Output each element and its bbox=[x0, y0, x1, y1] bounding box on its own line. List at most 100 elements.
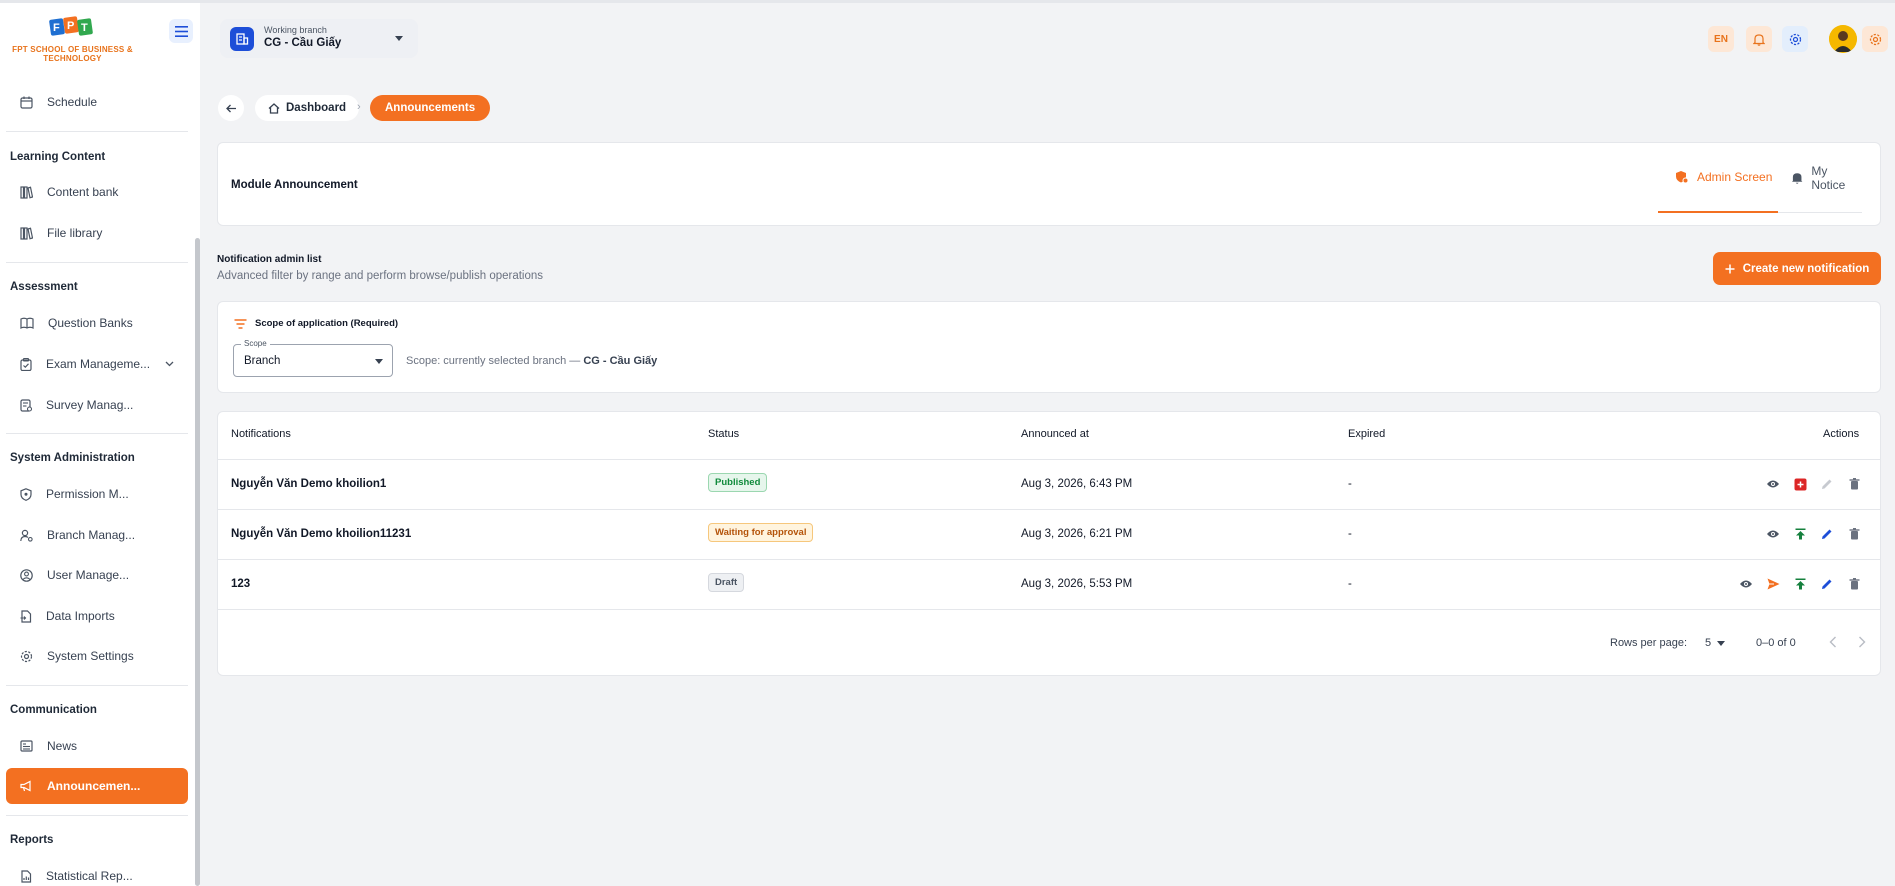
expired: - bbox=[1348, 478, 1352, 490]
delete-button[interactable] bbox=[1845, 475, 1863, 493]
sidebar-item-label: Announcemen... bbox=[47, 779, 141, 793]
table-row[interactable]: Nguyễn Văn Demo khoilion1 Published Aug … bbox=[218, 459, 1881, 509]
sidebar-toggle-button[interactable] bbox=[169, 19, 193, 43]
avatar[interactable] bbox=[1829, 25, 1857, 53]
column-header-status: Status bbox=[708, 428, 740, 440]
survey-icon bbox=[20, 398, 32, 412]
sidebar-item-permission-management[interactable]: Permission M... bbox=[6, 476, 188, 512]
sidebar-item-exam-management[interactable]: Exam Manageme... bbox=[6, 346, 188, 382]
scope-select[interactable]: Scope Branch bbox=[233, 339, 393, 377]
divider bbox=[6, 685, 188, 686]
rows-per-page-label: Rows per page: bbox=[1610, 637, 1688, 649]
notifications-button[interactable] bbox=[1746, 26, 1772, 52]
delete-button[interactable] bbox=[1845, 525, 1863, 543]
list-subtitle: Advanced filter by range and perform bro… bbox=[217, 270, 544, 282]
sidebar-item-schedule[interactable]: Schedule bbox=[6, 84, 188, 120]
branch-selector[interactable]: Working branch CG - Cầu Giấy bbox=[220, 19, 418, 58]
view-button[interactable] bbox=[1764, 475, 1782, 493]
view-button[interactable] bbox=[1764, 525, 1782, 543]
create-notification-button[interactable]: Create new notification bbox=[1713, 252, 1881, 285]
edit-button[interactable] bbox=[1818, 525, 1836, 543]
eye-icon bbox=[1767, 530, 1779, 538]
sidebar-item-survey-management[interactable]: Survey Manag... bbox=[6, 387, 188, 423]
scope-card: Scope of application (Required) Scope Br… bbox=[217, 301, 1881, 393]
expired: - bbox=[1348, 528, 1352, 540]
edit-button[interactable] bbox=[1818, 575, 1836, 593]
rows-per-page-select[interactable]: 5 bbox=[1705, 637, 1726, 649]
tab-label: My Notice bbox=[1811, 163, 1846, 192]
sidebar-item-content-bank[interactable]: Content bank bbox=[6, 174, 188, 210]
delete-button[interactable] bbox=[1845, 575, 1863, 593]
list-title: Notification admin list bbox=[217, 254, 322, 265]
back-button[interactable] bbox=[218, 95, 244, 121]
next-page-button[interactable] bbox=[1858, 636, 1866, 651]
sidebar-item-question-banks[interactable]: Question Banks bbox=[6, 305, 188, 341]
tab-my-notice[interactable]: My Notice bbox=[1778, 143, 1862, 213]
table-row[interactable]: Nguyễn Văn Demo khoilion11231 Waiting fo… bbox=[218, 509, 1881, 559]
status-badge: Published bbox=[708, 473, 768, 492]
announced-at: Aug 3, 2026, 6:43 PM bbox=[1021, 478, 1133, 490]
publish-button[interactable] bbox=[1791, 575, 1809, 593]
tab-admin-screen[interactable]: Admin Screen bbox=[1658, 143, 1778, 213]
breadcrumb-dashboard[interactable]: Dashboard bbox=[255, 95, 360, 121]
status-badge: Draft bbox=[708, 573, 745, 592]
sidebar: F P T FPT SCHOOL OF BUSINESS & TECHNOLOG… bbox=[0, 3, 200, 886]
fpt-logo: F P T FPT SCHOOL OF BUSINESS & TECHNOLOG… bbox=[10, 15, 135, 65]
plus-icon bbox=[1725, 264, 1735, 273]
report-icon bbox=[21, 869, 32, 883]
building-icon bbox=[236, 33, 249, 45]
status-badge: Waiting for approval bbox=[708, 523, 814, 542]
send-for-approval-button[interactable] bbox=[1764, 575, 1782, 593]
svg-text:F: F bbox=[53, 22, 60, 34]
table-row[interactable]: 123 Draft Aug 3, 2026, 5:53 PM - bbox=[218, 559, 1881, 609]
library-icon bbox=[20, 226, 33, 240]
table-divider bbox=[218, 609, 1881, 610]
view-button[interactable] bbox=[1737, 575, 1755, 593]
section-system-administration: System Administration bbox=[10, 452, 135, 464]
avatar-image bbox=[1829, 25, 1857, 53]
sidebar-scrollbar[interactable] bbox=[195, 238, 200, 886]
scope-header-label: Scope of application (Required) bbox=[255, 318, 399, 329]
clipboard-check-icon bbox=[20, 357, 32, 371]
language-button[interactable]: EN bbox=[1708, 26, 1734, 52]
trash-icon bbox=[1849, 478, 1859, 490]
unpublish-button[interactable] bbox=[1791, 475, 1809, 493]
section-reports: Reports bbox=[10, 834, 54, 846]
sidebar-item-statistical-reports[interactable]: Statistical Rep... bbox=[6, 858, 188, 886]
filter-icon bbox=[234, 318, 247, 329]
breadcrumb-separator: › bbox=[357, 101, 361, 113]
caret-down-icon bbox=[375, 359, 383, 364]
file-import-icon bbox=[20, 609, 32, 623]
publish-button[interactable] bbox=[1791, 525, 1809, 543]
expired: - bbox=[1348, 578, 1352, 590]
newspaper-icon bbox=[20, 740, 33, 752]
user-circle-icon bbox=[20, 568, 33, 582]
sidebar-item-label: Survey Manag... bbox=[46, 398, 134, 412]
sidebar-item-branch-management[interactable]: Branch Manag... bbox=[6, 517, 188, 553]
tab-label: Admin Screen bbox=[1697, 170, 1773, 184]
building-icon-box bbox=[230, 27, 254, 51]
edit-button-disabled[interactable] bbox=[1818, 475, 1836, 493]
notification-name: Nguyễn Văn Demo khoilion11231 bbox=[231, 528, 412, 540]
sidebar-item-label: Schedule bbox=[47, 95, 98, 109]
chevron-left-icon bbox=[1829, 636, 1836, 648]
column-header-announced-at: Announced at bbox=[1021, 428, 1089, 440]
sidebar-item-system-settings[interactable]: System Settings bbox=[6, 638, 188, 674]
section-communication: Communication bbox=[10, 704, 97, 716]
sidebar-item-label: Exam Manageme... bbox=[46, 357, 151, 371]
theme-settings-button[interactable] bbox=[1862, 26, 1888, 52]
settings-button[interactable] bbox=[1782, 26, 1808, 52]
back-arrow-icon bbox=[225, 104, 236, 112]
shield-icon bbox=[20, 487, 32, 501]
trash-icon bbox=[1849, 528, 1859, 540]
unpublish-icon bbox=[1794, 478, 1806, 490]
sidebar-item-data-imports[interactable]: Data Imports bbox=[6, 598, 188, 634]
scope-note: Scope: currently selected branch — CG - … bbox=[406, 355, 657, 367]
sidebar-item-user-management[interactable]: User Manage... bbox=[6, 557, 188, 593]
publish-icon bbox=[1795, 528, 1805, 540]
sidebar-item-label: System Settings bbox=[47, 649, 134, 663]
sidebar-item-news[interactable]: News bbox=[6, 728, 188, 764]
sidebar-item-file-library[interactable]: File library bbox=[6, 215, 188, 251]
previous-page-button[interactable] bbox=[1829, 636, 1837, 651]
sidebar-item-announcements[interactable]: Announcemen... bbox=[6, 768, 188, 804]
